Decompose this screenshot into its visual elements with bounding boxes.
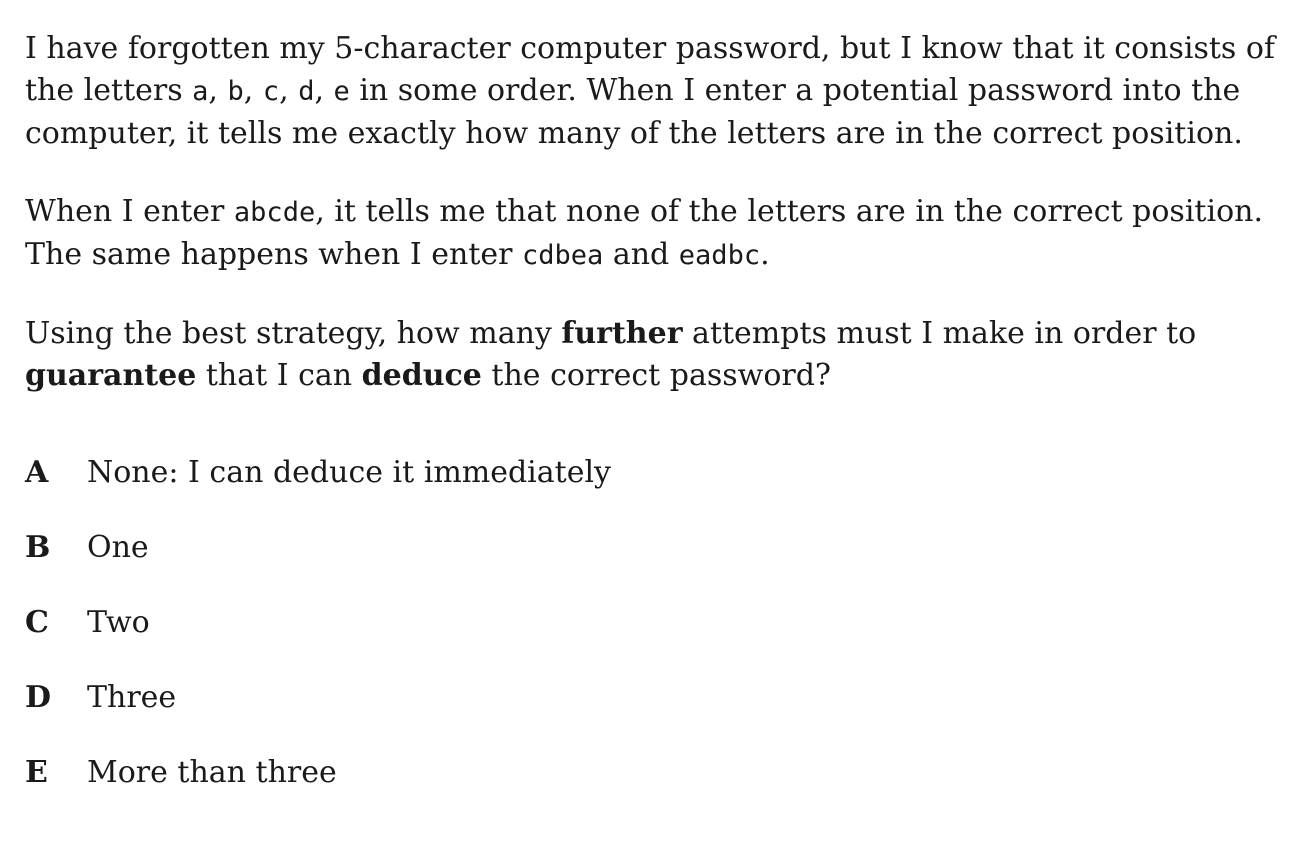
option-letter: A xyxy=(25,455,49,490)
option-text: More than three xyxy=(87,755,337,790)
option-letter: E xyxy=(25,755,48,790)
text-run: the letters xyxy=(25,73,193,108)
paragraph-line: When I enter abcde, it tells me that non… xyxy=(25,191,1275,234)
text-run: When I enter xyxy=(25,194,234,229)
paragraph-line: guarantee that I can deduce the correct … xyxy=(25,355,1275,397)
option-e[interactable]: E More than three xyxy=(25,752,1225,827)
option-d[interactable]: D Three xyxy=(25,677,1225,752)
password-attempt-code: abcde xyxy=(233,197,316,228)
option-letter: B xyxy=(25,530,51,565)
password-attempt-code: eadbc xyxy=(678,240,761,271)
question-paragraph-1: I have forgotten my 5-character computer… xyxy=(25,28,1275,155)
letter-code: d xyxy=(298,76,315,107)
question-body: I have forgotten my 5-character computer… xyxy=(25,28,1275,433)
answer-options: A None: I can deduce it immediately B On… xyxy=(25,452,1225,827)
paragraph-line: The same happens when I enter cdbea and … xyxy=(25,234,1275,277)
paragraph-line: the letters a, b, c, d, e in some order.… xyxy=(25,70,1275,113)
password-attempt-code: cdbea xyxy=(522,240,604,271)
text-run: . xyxy=(760,237,770,272)
letter-code: b xyxy=(227,76,244,107)
text-run: , it tells me that none of the letters a… xyxy=(315,194,1263,229)
separator: , xyxy=(279,73,299,108)
option-a[interactable]: A None: I can deduce it immediately xyxy=(25,452,1225,527)
emphasis-text: guarantee xyxy=(25,358,197,393)
emphasis-text: further xyxy=(561,316,683,351)
question-paragraph-2: When I enter abcde, it tells me that non… xyxy=(25,191,1275,277)
text-run: The same happens when I enter xyxy=(25,237,523,272)
option-b[interactable]: B One xyxy=(25,527,1225,602)
paragraph-line: I have forgotten my 5-character computer… xyxy=(25,31,1276,66)
separator: , xyxy=(243,73,263,108)
option-text: None: I can deduce it immediately xyxy=(87,455,612,490)
paragraph-line: computer, it tells me exactly how many o… xyxy=(25,116,1243,151)
question-paragraph-3: Using the best strategy, how many furthe… xyxy=(25,313,1275,397)
text-run: and xyxy=(603,237,679,272)
paragraph-line: Using the best strategy, how many furthe… xyxy=(25,313,1275,355)
option-text: One xyxy=(87,530,149,565)
letter-code: a xyxy=(192,76,209,107)
letter-code: e xyxy=(333,76,350,107)
separator: , xyxy=(314,73,334,108)
text-run: Using the best strategy, how many xyxy=(25,316,562,351)
text-run: attempts must I make in order to xyxy=(682,316,1197,351)
text-run: that I can xyxy=(196,358,362,393)
letter-code: c xyxy=(262,76,280,107)
text-run: in some order. When I enter a potential … xyxy=(349,73,1241,108)
emphasis-text: deduce xyxy=(361,358,482,393)
option-letter: C xyxy=(25,605,49,640)
option-text: Three xyxy=(87,680,177,715)
text-run: the correct password? xyxy=(481,358,832,393)
option-letter: D xyxy=(25,680,52,715)
separator: , xyxy=(208,73,228,108)
option-text: Two xyxy=(87,605,150,640)
option-c[interactable]: C Two xyxy=(25,602,1225,677)
